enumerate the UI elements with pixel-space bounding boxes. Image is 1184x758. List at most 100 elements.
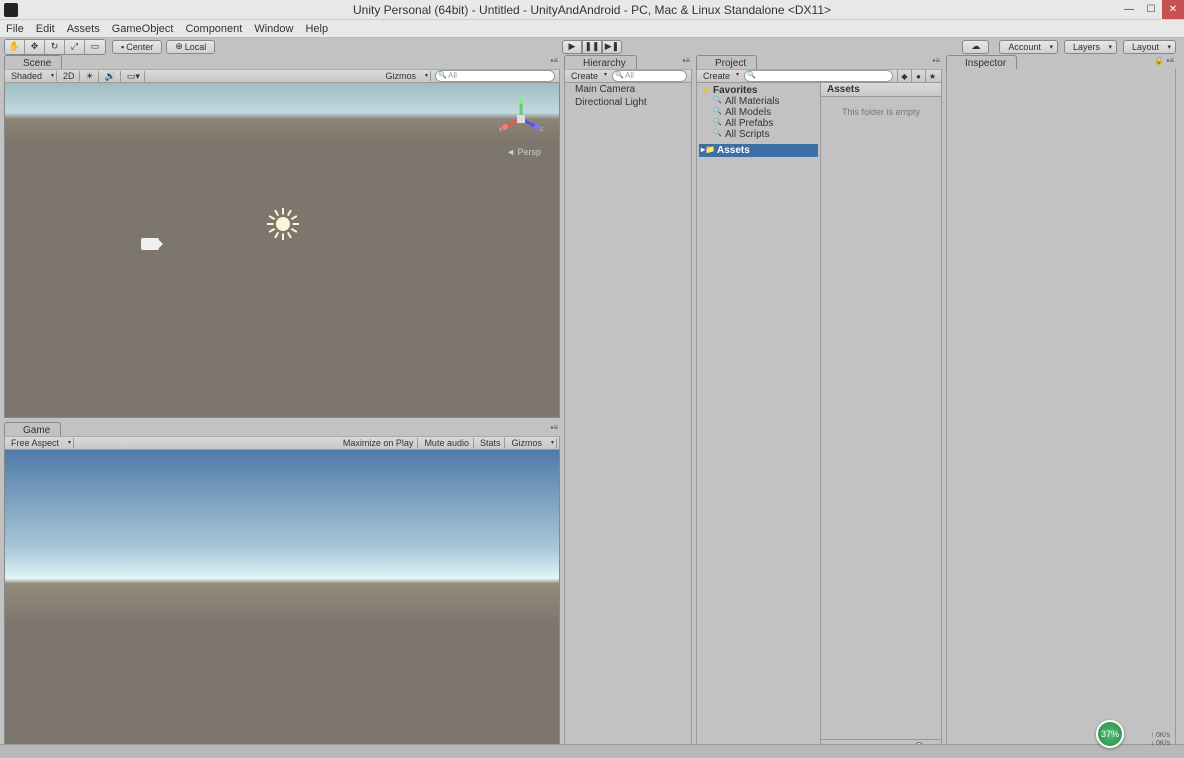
- hierarchy-toolbar: Create All: [564, 69, 692, 83]
- project-tab-row: Project ▪≡: [696, 55, 942, 69]
- favorites-group[interactable]: Favorites: [699, 85, 818, 96]
- aspect-label: Free Aspect: [11, 438, 59, 448]
- system-badge[interactable]: 37%: [1096, 720, 1124, 748]
- rotate-tool-button[interactable]: ↻: [45, 40, 65, 54]
- project-tree[interactable]: Favorites All Materials All Models All P…: [697, 83, 821, 753]
- layout-dropdown[interactable]: Layout: [1123, 40, 1176, 54]
- game-tab[interactable]: Game: [4, 422, 61, 436]
- play-button[interactable]: ▶: [562, 40, 582, 54]
- cloud-button[interactable]: ☁: [962, 40, 989, 54]
- hierarchy-tab-row: Hierarchy ▪≡: [564, 55, 692, 69]
- hierarchy-panel-menu[interactable]: ▪≡: [682, 56, 690, 65]
- unity-logo-icon: [4, 3, 18, 17]
- gizmos-dropdown[interactable]: Gizmos: [381, 71, 431, 81]
- shading-mode-dropdown[interactable]: Shaded: [7, 71, 57, 81]
- project-body: Favorites All Materials All Models All P…: [696, 83, 942, 754]
- camera-gizmo-icon[interactable]: [141, 238, 159, 250]
- minimize-button[interactable]: —: [1118, 0, 1140, 19]
- toggle-2d[interactable]: 2D: [59, 71, 80, 81]
- stats-label: Stats: [480, 438, 501, 448]
- menu-component[interactable]: Component: [185, 23, 242, 35]
- assets-folder[interactable]: Assets: [699, 144, 818, 157]
- account-dropdown[interactable]: Account: [999, 40, 1058, 54]
- mute-toggle[interactable]: Mute audio: [420, 438, 474, 448]
- favorite-item[interactable]: All Prefabs: [699, 118, 818, 129]
- fx-toggle[interactable]: ▭▾: [123, 71, 145, 82]
- stats-toggle[interactable]: Stats: [476, 438, 506, 448]
- aspect-dropdown[interactable]: Free Aspect: [7, 438, 74, 448]
- main-toolbar: ✋ ✥ ↻ ⤢ ▭ ▪ Center ⊕ Local ▶ ❚❚ ▶❚ ☁ Acc…: [0, 38, 1184, 55]
- filter-type-icon[interactable]: ◆: [897, 70, 911, 82]
- game-gizmos-dropdown[interactable]: Gizmos: [507, 438, 557, 448]
- perspective-label[interactable]: ◄ Persp: [506, 147, 541, 157]
- workspace: Scene ▪≡ Shaded 2D ☀ 🔊 ▭▾ Gizmos All: [4, 55, 1176, 754]
- net-down: 0K/s: [1156, 740, 1170, 747]
- menu-assets[interactable]: Assets: [67, 23, 100, 35]
- rect-tool-button[interactable]: ▭: [85, 40, 105, 54]
- inspector-panel-menu[interactable]: 🔒 ▪≡: [1154, 56, 1174, 65]
- layout-label: Layout: [1132, 42, 1159, 52]
- game-tab-label: Game: [23, 425, 50, 436]
- pivot-label: Center: [126, 42, 153, 52]
- scene-search[interactable]: All: [435, 70, 555, 82]
- maximize-toggle[interactable]: Maximize on Play: [339, 438, 419, 448]
- inspector-tab-row: Inspector 🔒 ▪≡: [946, 55, 1176, 69]
- game-view[interactable]: [4, 450, 560, 754]
- hierarchy-search[interactable]: All: [612, 70, 687, 82]
- scene-toolbar: Shaded 2D ☀ 🔊 ▭▾ Gizmos All: [4, 69, 560, 83]
- hierarchy-tab-label: Hierarchy: [583, 58, 626, 69]
- hierarchy-item[interactable]: Main Camera: [565, 83, 691, 96]
- filter-label-icon[interactable]: ●: [911, 70, 925, 82]
- lighting-toggle[interactable]: ☀: [82, 71, 99, 82]
- layers-dropdown[interactable]: Layers: [1064, 40, 1117, 54]
- empty-folder-label: This folder is empty: [821, 97, 941, 739]
- game-toolbar: Free Aspect Maximize on Play Mute audio …: [4, 436, 560, 450]
- menu-gameobject[interactable]: GameObject: [112, 23, 174, 35]
- hand-tool-button[interactable]: ✋: [5, 40, 25, 54]
- project-panel-menu[interactable]: ▪≡: [932, 56, 940, 65]
- hierarchy-body[interactable]: Main Camera Directional Light: [564, 83, 692, 754]
- game-panel-menu[interactable]: ▪≡: [550, 423, 558, 432]
- menu-edit[interactable]: Edit: [36, 23, 55, 35]
- menu-file[interactable]: File: [6, 23, 24, 35]
- move-tool-button[interactable]: ✥: [25, 40, 45, 54]
- pivot-toggle[interactable]: ▪ Center: [112, 40, 162, 54]
- maximize-button[interactable]: ☐: [1140, 0, 1162, 19]
- svg-text:z: z: [540, 127, 543, 133]
- orientation-gizmo[interactable]: x y z: [497, 95, 545, 143]
- step-button[interactable]: ▶❚: [602, 40, 622, 54]
- audio-toggle[interactable]: 🔊: [101, 71, 121, 82]
- scene-panel-menu[interactable]: ▪≡: [550, 56, 558, 65]
- scene-tab-row: Scene ▪≡: [4, 55, 560, 69]
- project-tab[interactable]: Project: [696, 55, 757, 69]
- game-gizmos-label: Gizmos: [511, 438, 542, 448]
- favorite-item[interactable]: All Scripts: [699, 129, 818, 140]
- space-label: Local: [185, 42, 207, 52]
- project-search[interactable]: [744, 70, 893, 82]
- close-button[interactable]: ✕: [1162, 0, 1184, 19]
- project-breadcrumb[interactable]: Assets: [821, 83, 941, 97]
- scene-tab[interactable]: Scene: [4, 55, 62, 69]
- scene-skybox: [5, 83, 559, 143]
- left-column: Scene ▪≡ Shaded 2D ☀ 🔊 ▭▾ Gizmos All: [4, 55, 560, 754]
- pause-button[interactable]: ❚❚: [582, 40, 602, 54]
- project-tab-label: Project: [715, 58, 746, 69]
- space-toggle[interactable]: ⊕ Local: [166, 40, 215, 54]
- hierarchy-create-dropdown[interactable]: Create: [567, 71, 608, 81]
- hierarchy-tab[interactable]: Hierarchy: [564, 55, 637, 69]
- scale-tool-button[interactable]: ⤢: [65, 40, 85, 54]
- status-bar: [0, 744, 1184, 758]
- scene-view[interactable]: x y z ◄ Persp: [4, 83, 560, 418]
- inspector-tab[interactable]: Inspector: [946, 55, 1017, 69]
- project-create-dropdown[interactable]: Create: [699, 71, 740, 81]
- proj-create-label: Create: [703, 71, 730, 81]
- favorite-item[interactable]: All Materials: [699, 96, 818, 107]
- save-search-icon[interactable]: ★: [925, 70, 939, 82]
- menu-window[interactable]: Window: [254, 23, 293, 35]
- hierarchy-item[interactable]: Directional Light: [565, 96, 691, 109]
- menu-help[interactable]: Help: [305, 23, 328, 35]
- inspector-panel: Inspector 🔒 ▪≡: [946, 55, 1176, 754]
- light-gizmo-icon[interactable]: [267, 208, 299, 240]
- favorite-item[interactable]: All Models: [699, 107, 818, 118]
- scene-panel: Scene ▪≡ Shaded 2D ☀ 🔊 ▭▾ Gizmos All: [4, 55, 560, 418]
